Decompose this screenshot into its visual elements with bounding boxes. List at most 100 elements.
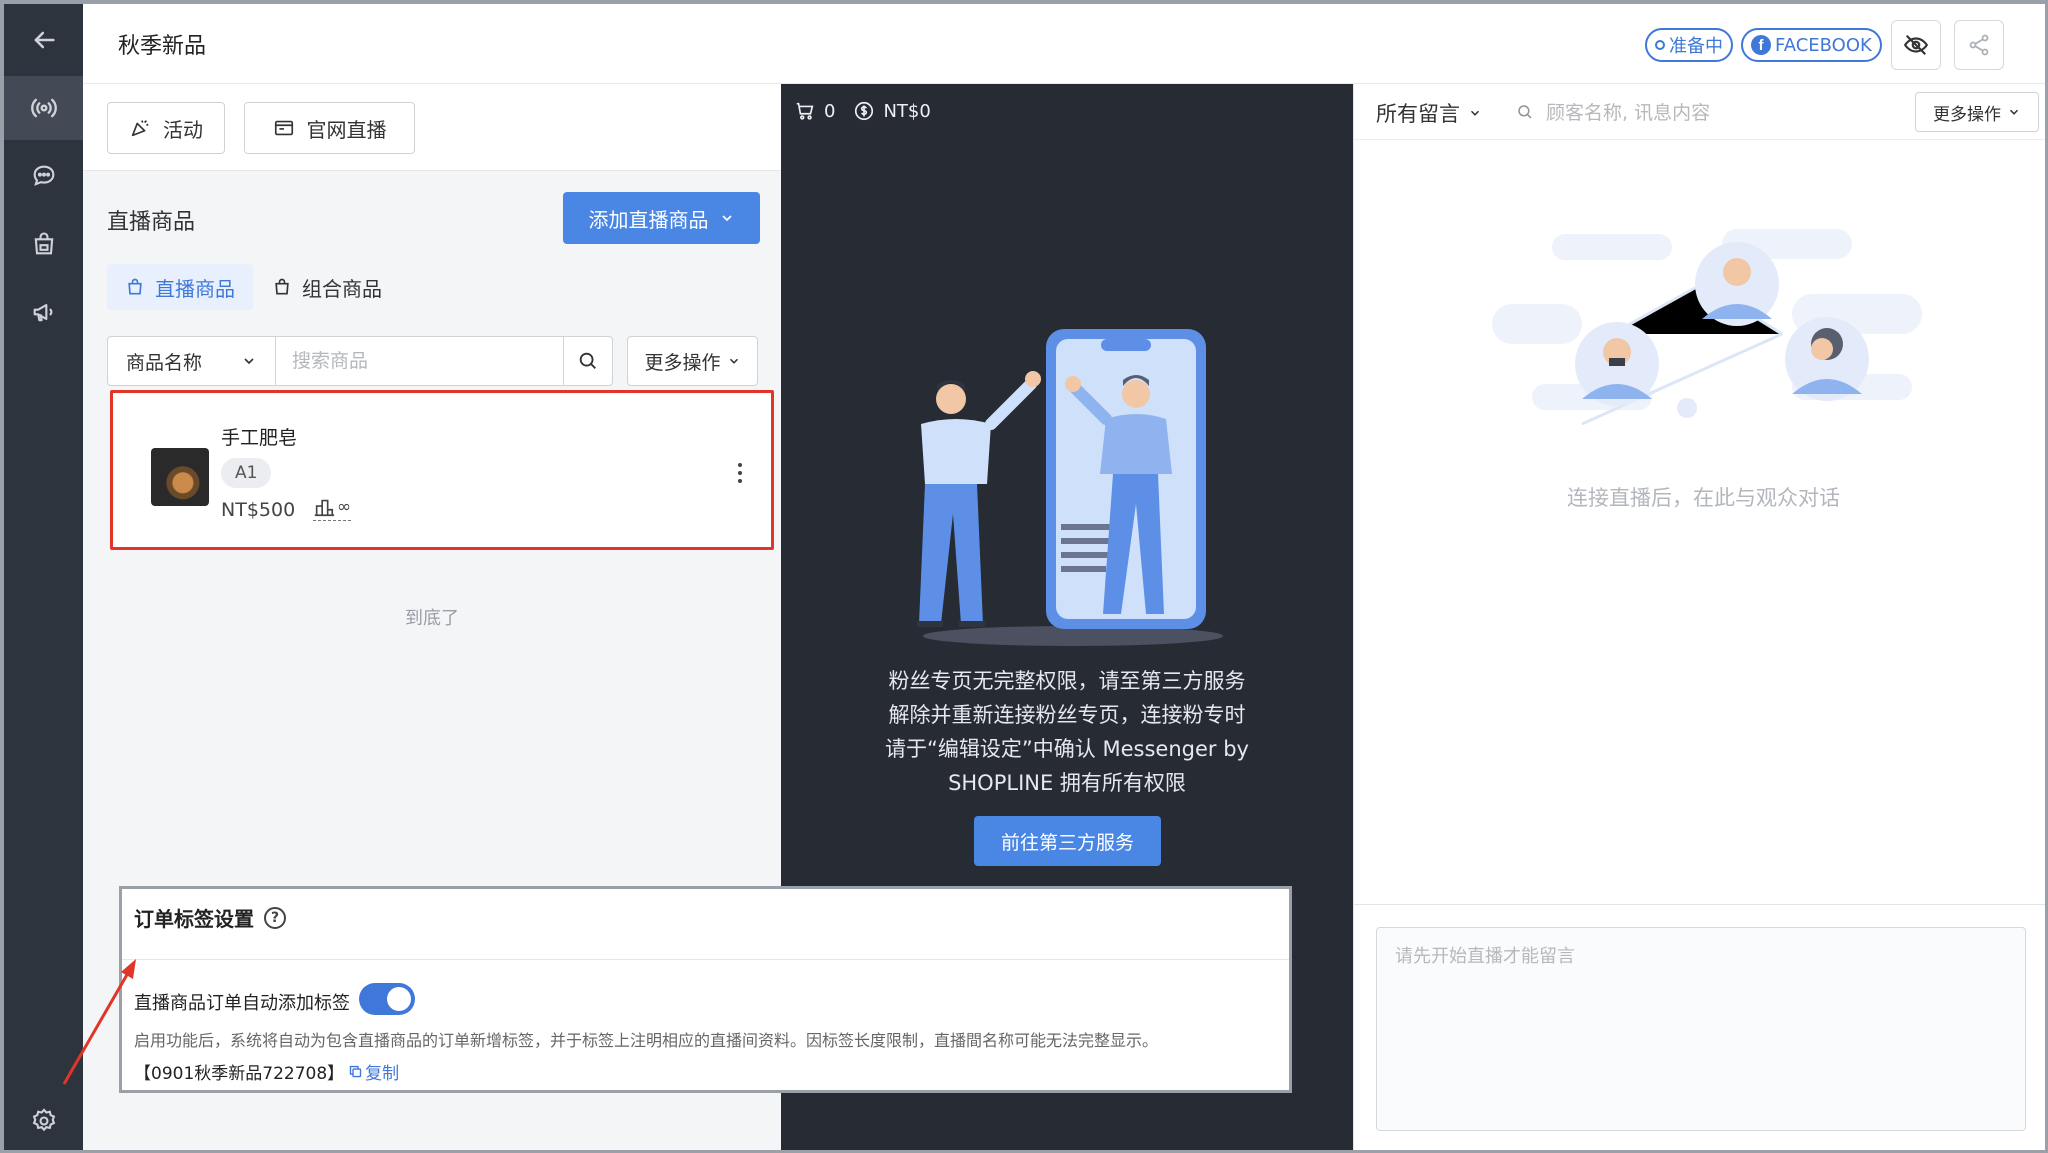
bag-icon [128,278,142,295]
share-button[interactable] [1954,20,2004,70]
cart-total: NT$0 [883,100,931,122]
select-value: 商品名称 [126,351,203,374]
notice-line: SHOPLINE 拥有所有权限 [948,771,1186,795]
facebook-icon: f [1751,35,1771,55]
dollar-circle-icon [855,101,874,121]
megaphone-icon [33,303,52,322]
chat-bubble-icon [33,165,54,186]
empty-comments-hint: 连接直播后，在此与观众对话 [1567,486,1840,510]
chevron-down-icon [729,358,738,364]
list-end-text: 到底了 [405,608,459,629]
rail-item-messages[interactable] [4,144,83,208]
more-options-icon[interactable] [737,463,743,483]
comment-input[interactable]: 请先开始直播才能留言 [1376,927,2026,1131]
status-badge: 准备中 [1645,28,1733,62]
search-icon [1518,104,1532,119]
page-title: 秋季新品 [118,34,207,59]
top-header: 秋季新品 准备中 f FACEBOOK [83,4,2045,84]
product-tag: A1 [221,458,272,488]
copy-button[interactable]: 复制 [348,1059,399,1084]
tag-code-row: 【0901秋季新品722708】 复制 [134,1059,399,1084]
search-field-select[interactable]: 商品名称 [107,336,276,386]
product-stock[interactable]: ∞ [313,496,352,521]
order-tag-settings-title: 订单标签设置 ? [134,903,286,932]
browser-window-icon [274,120,293,136]
auto-tag-description: 启用功能后，系统将自动为包含直播商品的订单新增标签，并于标签上注明相应的直播间资… [134,1031,1159,1050]
copy-icon [349,1065,362,1078]
app-window: 秋季新品 准备中 f FACEBOOK 活动 官网直播 直播商品 添加直播商品 … [0,0,2048,1153]
product-card[interactable]: 手工肥皂 A1 NT$500 ∞ [110,390,774,550]
more-actions-label: 更多操作 [1933,104,2001,125]
more-actions-button[interactable]: 更多操作 [627,336,758,386]
notice-line: 粉丝专页无完整权限，请至第三方服务 [888,669,1246,693]
comments-panel: 所有留言 顾客名称, 讯息内容 更多操作 连接直播后，在此与观众对话 请先开始直… [1353,84,2045,1150]
side-rail [4,4,83,1150]
toggle-knob [387,987,411,1011]
auto-tag-label: 直播商品订单自动添加标签 [134,993,350,1014]
cart-summary: 0 NT$0 [794,100,931,122]
rail-item-live[interactable] [4,76,83,140]
rail-item-marketing[interactable] [4,280,83,344]
section-title: 直播商品 [107,210,196,235]
stock-value: ∞ [337,497,352,517]
status-label: 准备中 [1669,36,1723,57]
product-thumbnail [151,448,209,506]
more-actions-label: 更多操作 [644,351,721,374]
comment-filter-dropdown[interactable]: 所有留言 [1376,98,1482,128]
add-live-product-button[interactable]: 添加直播商品 [563,192,760,244]
website-live-label: 官网直播 [306,117,387,142]
rail-item-shop[interactable] [4,212,83,276]
tab-live-products[interactable]: 直播商品 [107,264,253,310]
chevron-down-icon [244,358,254,365]
product-name: 手工肥皂 [221,427,298,449]
chevron-down-icon [2009,109,2019,115]
divider [122,959,1289,960]
comments-toolbar: 所有留言 顾客名称, 讯息内容 更多操作 [1354,84,2045,140]
party-icon [131,120,149,137]
platform-label: FACEBOOK [1775,34,1872,56]
auto-tag-toggle[interactable] [359,983,415,1015]
platform-badge: f FACEBOOK [1741,28,1882,62]
gear-icon [32,1108,55,1132]
permission-notice: 粉丝专页无完整权限，请至第三方服务 解除并重新连接粉丝专页，连接粉专时 请于“编… [781,664,1353,800]
settings-title-text: 订单标签设置 [134,907,254,931]
arrow-left-icon [34,31,55,49]
order-tag-settings-panel: 订单标签设置 ? 直播商品订单自动添加标签 启用功能后，系统将自动为包含直播商品… [119,886,1292,1093]
product-price: NT$500 [221,499,296,521]
tab-bundle-products[interactable]: 组合商品 [254,264,400,310]
fan-page-illustration [917,329,1223,646]
share-icon [1969,34,1989,56]
shopping-bag-icon [34,232,53,255]
notice-line: 请于“编辑设定”中确认 Messenger by [885,737,1249,761]
go-to-third-party-button[interactable]: 前往第三方服务 [974,816,1161,866]
cart-count: 0 [824,100,836,122]
help-icon[interactable]: ? [264,906,286,929]
notice-line: 解除并重新连接粉丝专页，连接粉专时 [888,703,1246,727]
product-search-input[interactable] [275,336,564,386]
eye-off-icon [1903,35,1929,55]
chevron-down-icon [721,215,732,222]
copy-label: 复制 [365,1064,400,1084]
comment-search-placeholder: 顾客名称, 讯息内容 [1546,102,1711,124]
add-product-label: 添加直播商品 [588,207,709,232]
filter-label: 所有留言 [1376,102,1460,126]
tab-label: 直播商品 [155,276,235,301]
status-dot-icon [1655,40,1665,50]
activity-label: 活动 [163,117,203,142]
visibility-toggle-button[interactable] [1891,20,1941,70]
search-icon [579,352,596,369]
back-button[interactable] [4,8,83,72]
website-live-button[interactable]: 官网直播 [244,102,415,154]
activity-button[interactable]: 活动 [107,102,225,154]
panel-toolbar: 活动 官网直播 [83,84,781,171]
tab-label: 组合商品 [302,276,382,301]
audience-illustration [1492,229,1922,426]
cart-icon [796,102,814,120]
bag-icon [275,278,289,295]
comment-compose-area: 请先开始直播才能留言 [1354,904,2045,1150]
comment-search-field[interactable]: 顾客名称, 讯息内容 [1516,98,1710,125]
search-button[interactable] [563,336,613,386]
comment-placeholder: 请先开始直播才能留言 [1395,946,1575,967]
comments-more-actions-button[interactable]: 更多操作 [1915,92,2039,132]
rail-settings-button[interactable] [4,1089,83,1150]
